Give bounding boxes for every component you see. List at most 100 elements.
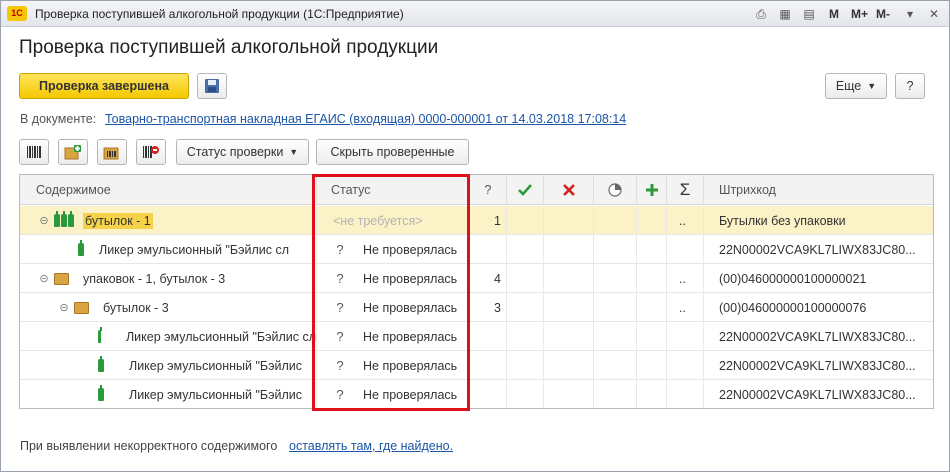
content-text: бутылок - 3 <box>103 300 169 315</box>
table-row[interactable]: ⊝ бутылок - 3 ? Не проверялась 3 .. (00)… <box>20 293 933 322</box>
extra-cell <box>637 322 667 351</box>
header-question[interactable]: ? <box>470 175 507 205</box>
red-cross-icon <box>562 184 575 196</box>
barcode-cell: 22N00002VCA9KL7LIWX83JC80... <box>719 242 916 257</box>
barcode-cell: Бутылки без упаковки <box>719 213 846 228</box>
partial-cell <box>594 322 637 351</box>
header-missing[interactable] <box>544 175 594 205</box>
partial-cell <box>594 235 637 264</box>
count-cell: 4 <box>470 264 507 293</box>
sum-cell: .. <box>667 264 704 293</box>
status-text: Не проверялась <box>363 387 458 402</box>
header-barcode[interactable]: Штрихкод <box>704 175 933 205</box>
content-text: Ликер эмульсионный "Бэйлис сл <box>99 242 290 257</box>
count-cell <box>470 351 507 380</box>
document-link[interactable]: Товарно-транспортная накладная ЕГАИС (вх… <box>105 112 626 126</box>
status-cell: ? Не проверялась <box>317 235 470 264</box>
table-row[interactable]: Ликер эмульсионный "Бэйлис ? Не проверял… <box>20 380 933 408</box>
barcode-error-button[interactable] <box>136 139 166 165</box>
partial-cell <box>594 293 637 322</box>
status-cell: ? Не проверялась <box>317 380 470 408</box>
partial-cell <box>594 264 637 293</box>
barcode-cell: (00)046000000100000021 <box>719 271 867 286</box>
question-mark-icon: ? <box>336 242 344 257</box>
table-row[interactable]: ⊝ бутылок - 1 <не требуется> 1 .. Бутылк… <box>20 206 933 235</box>
collapse-icon[interactable]: ⊝ <box>58 301 70 314</box>
content-text: бутылок - 1 <box>83 212 153 229</box>
sum-cell <box>667 322 704 351</box>
partial-cell <box>594 351 637 380</box>
missing-cell <box>544 293 594 322</box>
checked-cell <box>507 380 544 408</box>
header-checked[interactable] <box>507 175 544 205</box>
header-partial[interactable] <box>594 175 637 205</box>
question-mark-icon: ? <box>336 358 344 373</box>
header-status[interactable]: Статус <box>317 175 470 205</box>
table-row[interactable]: Ликер эмульсионный "Бэйлис сл ? Не прове… <box>20 322 933 351</box>
menu-icon[interactable]: ▾ <box>902 6 918 22</box>
count-cell: 1 <box>494 213 501 228</box>
status-check-menu[interactable]: Статус проверки ▼ <box>176 139 309 165</box>
header-content[interactable]: Содержимое <box>20 175 317 205</box>
window-title: Проверка поступившей алкогольной продукц… <box>35 7 404 21</box>
header-extra[interactable] <box>637 175 667 205</box>
memory-plus-button[interactable]: M+ <box>851 6 868 22</box>
box-barcode-button[interactable] <box>97 139 127 165</box>
content-text: Ликер эмульсионный "Бэйлис сл <box>125 329 316 344</box>
save-button[interactable] <box>197 73 227 99</box>
table-row[interactable]: ⊝ упаковок - 1, бутылок - 3 ? Не проверя… <box>20 264 933 293</box>
status-cell: ? Не проверялась <box>317 264 470 293</box>
help-button[interactable]: ? <box>895 73 925 99</box>
bottle-icon <box>98 327 102 343</box>
print-icon[interactable]: ⎙ <box>753 6 769 22</box>
missing-cell <box>544 380 594 408</box>
hide-checked-button[interactable]: Скрыть проверенные <box>316 139 469 165</box>
status-text: Не проверялась <box>363 329 458 344</box>
app-logo[interactable]: 1С <box>7 6 27 21</box>
collapse-icon[interactable]: ⊝ <box>38 272 50 285</box>
box-icon <box>54 272 69 285</box>
memory-m-button[interactable]: M <box>829 6 839 22</box>
status-cell: ? Не проверялась <box>317 351 470 380</box>
content-text: Ликер эмульсионный "Бэйлис <box>129 358 303 373</box>
bottle-icon <box>98 385 104 401</box>
calendar-icon[interactable]: ▤ <box>801 6 817 22</box>
status-text: Не проверялась <box>363 271 458 286</box>
content-cell: ⊝ бутылок - 3 <box>20 293 317 322</box>
extra-cell <box>637 264 667 293</box>
add-box-button[interactable] <box>58 139 88 165</box>
box-icon <box>74 301 89 314</box>
missing-cell <box>544 351 594 380</box>
partial-cell <box>594 380 637 408</box>
extra-cell <box>637 235 667 264</box>
content-table[interactable]: Содержимое Статус ? Σ Штрихкод ⊝ бутылок… <box>19 174 934 409</box>
finish-check-button[interactable]: Проверка завершена <box>19 73 189 99</box>
memory-minus-button[interactable]: M- <box>876 6 890 22</box>
bottles-group-icon <box>54 211 75 227</box>
checked-cell <box>507 206 544 235</box>
checked-cell <box>507 322 544 351</box>
barcode-cell: 22N00002VCA9KL7LIWX83JC80... <box>719 358 916 373</box>
content-cell: Ликер эмульсионный "Бэйлис <box>20 380 317 408</box>
more-button[interactable]: Еще ▼ <box>825 73 887 99</box>
chevron-down-icon: ▼ <box>867 81 877 91</box>
status-cell: <не требуется> <box>317 206 470 235</box>
collapse-icon[interactable]: ⊝ <box>38 214 50 227</box>
content-cell: Ликер эмульсионный "Бэйлис <box>20 351 317 380</box>
missing-cell <box>544 264 594 293</box>
table-row[interactable]: Ликер эмульсионный "Бэйлис ? Не проверял… <box>20 351 933 380</box>
extra-cell <box>637 293 667 322</box>
calculator-icon[interactable]: ▦ <box>777 6 793 22</box>
table-row[interactable]: Ликер эмульсионный "Бэйлис сл ? Не прове… <box>20 235 933 264</box>
document-label: В документе: <box>20 112 97 126</box>
partial-cell <box>594 206 637 235</box>
question-mark-icon: ? <box>336 300 344 315</box>
scan-barcode-button[interactable] <box>19 139 49 165</box>
close-icon[interactable]: ✕ <box>926 6 942 22</box>
more-label: Еще <box>835 79 862 93</box>
count-cell: 3 <box>470 293 507 322</box>
footer-link[interactable]: оставлять там, где найдено. <box>289 439 453 453</box>
question-mark-icon: ? <box>336 329 344 344</box>
header-sum[interactable]: Σ <box>667 175 704 205</box>
content-text: Ликер эмульсионный "Бэйлис <box>129 387 303 402</box>
